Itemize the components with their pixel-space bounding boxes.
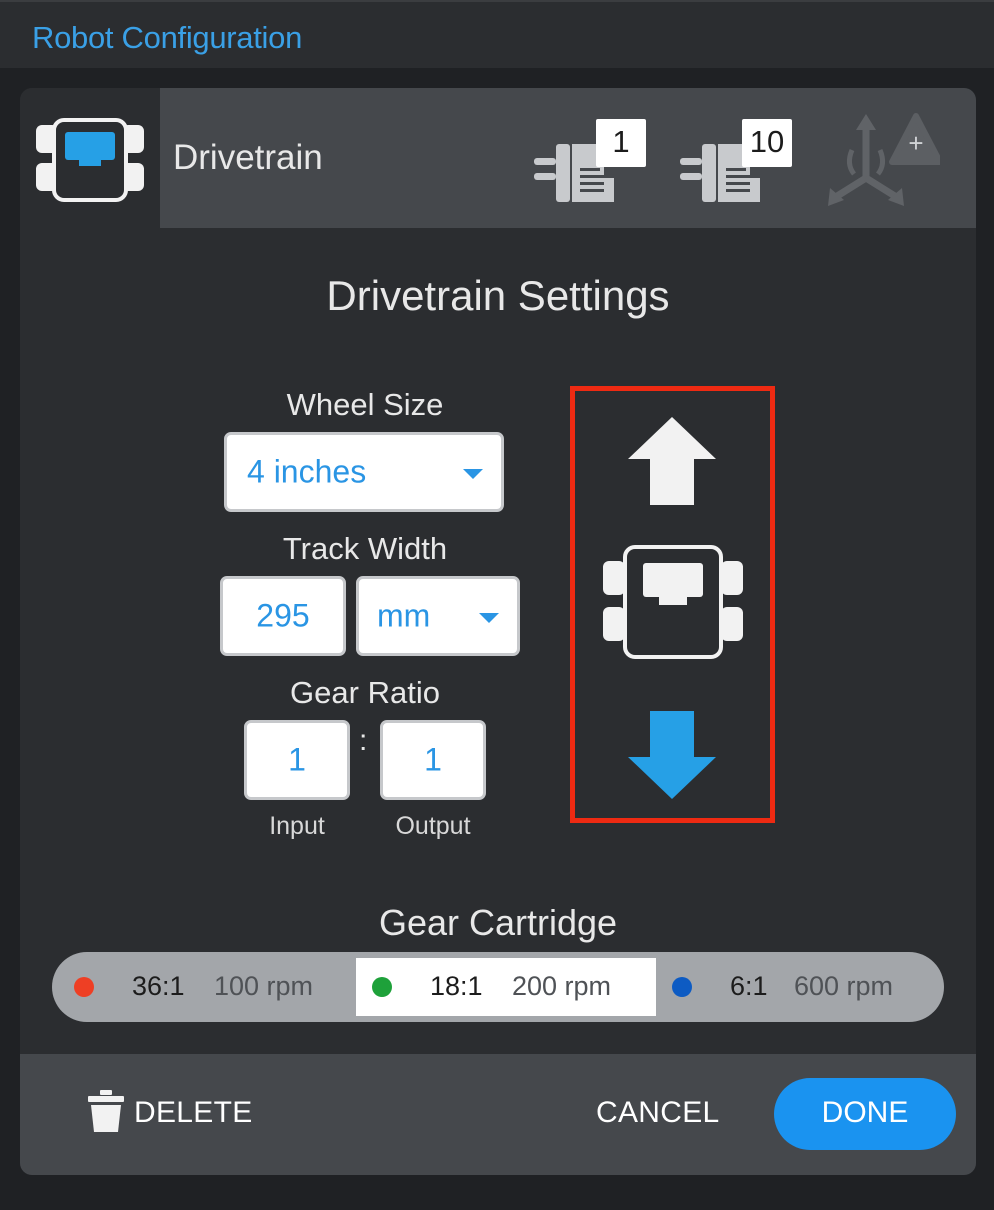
title-bar: Robot Configuration: [0, 0, 994, 68]
gear-ratio-input-field[interactable]: 1: [244, 720, 350, 800]
wheel-size-select[interactable]: 4 inches: [224, 432, 504, 512]
gear-ratio-input-value: 1: [288, 741, 306, 778]
reverse-arrow-button[interactable]: [622, 707, 722, 803]
port-number: 1: [612, 124, 630, 159]
cartridge-rpm: 600 rpm: [794, 971, 894, 1001]
add-gyro-button[interactable]: +: [820, 110, 940, 210]
cartridge-option-18-1[interactable]: 18:1 200 rpm: [356, 958, 656, 1016]
gear-ratio-input-label: Input: [269, 812, 325, 840]
wheel-size-label: Wheel Size: [286, 387, 444, 422]
track-width-input[interactable]: 295: [220, 576, 346, 656]
gyro-add-icon: [828, 113, 940, 206]
add-sign: +: [908, 128, 924, 158]
gear-ratio-label: Gear Ratio: [290, 675, 440, 710]
gear-ratio-output-field[interactable]: 1: [380, 720, 486, 800]
cartridge-option-36-1[interactable]: 36:1 100 rpm: [52, 952, 356, 1022]
port-10-button[interactable]: 10: [676, 116, 796, 206]
green-dot-icon: [372, 977, 392, 997]
cartridge-rpm: 200 rpm: [512, 971, 612, 1001]
blue-dot-icon: [672, 977, 692, 997]
gear-cartridge-selector: 36:1 100 rpm 18:1 200 rpm 6:1 600 rpm: [52, 952, 944, 1022]
ratio-separator: :: [359, 724, 368, 757]
done-button[interactable]: DONE: [774, 1078, 956, 1150]
cartridge-option-6-1[interactable]: 6:1 600 rpm: [656, 952, 944, 1022]
drivetrain-config-panel: Drivetrain 1 10 + Drivetrain Settings Wh…: [20, 88, 976, 1175]
window-title: Robot Configuration: [32, 20, 303, 55]
gear-cartridge-title: Gear Cartridge: [378, 902, 618, 943]
done-label: DONE: [821, 1096, 909, 1129]
track-width-label: Track Width: [282, 531, 448, 566]
settings-title: Drivetrain Settings: [326, 272, 670, 319]
cartridge-ratio: 6:1: [730, 971, 768, 1001]
delete-label: DELETE: [134, 1096, 253, 1129]
trash-icon: [88, 1090, 124, 1132]
port-number: 10: [749, 124, 785, 159]
forward-arrow-button[interactable]: [622, 413, 722, 509]
chevron-down-icon: [463, 469, 483, 479]
red-dot-icon: [74, 977, 94, 997]
track-width-unit-select[interactable]: mm: [356, 576, 520, 656]
device-strip: Drivetrain 1 10 +: [160, 88, 976, 228]
drivetrain-icon: [603, 545, 743, 659]
dialog-footer: DELETE CANCEL DONE: [20, 1054, 976, 1175]
drivetrain-device-tile[interactable]: [20, 88, 160, 228]
device-name: Drivetrain: [173, 138, 323, 177]
port-1-button[interactable]: 1: [530, 116, 650, 206]
cancel-button[interactable]: CANCEL: [596, 1096, 720, 1130]
direction-selector: [570, 386, 775, 823]
cartridge-ratio: 36:1: [132, 971, 185, 1001]
wheel-size-value: 4 inches: [247, 453, 367, 490]
gear-ratio-output-value: 1: [424, 741, 442, 778]
device-header: Drivetrain 1 10 +: [20, 88, 976, 228]
track-width-unit: mm: [377, 597, 431, 634]
delete-button[interactable]: DELETE: [86, 1088, 256, 1138]
track-width-value: 295: [256, 597, 310, 634]
cartridge-rpm: 100 rpm: [214, 971, 314, 1001]
cartridge-ratio: 18:1: [430, 971, 483, 1001]
gear-ratio-output-label: Output: [395, 812, 471, 840]
drivetrain-icon: [36, 118, 144, 202]
chevron-down-icon: [479, 613, 499, 623]
